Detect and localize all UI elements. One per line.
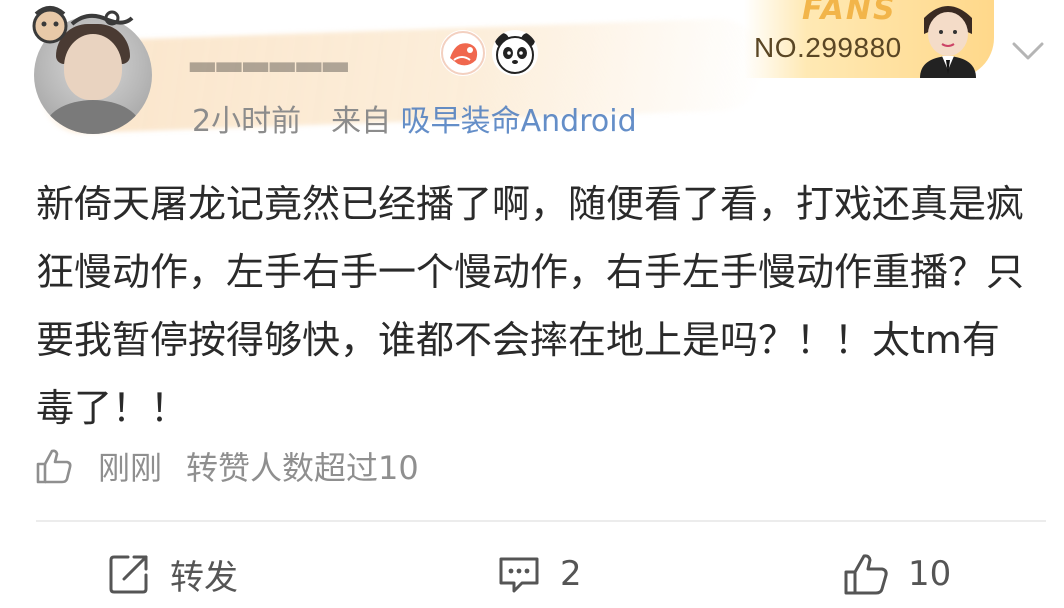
chevron-down-icon[interactable] [1008, 30, 1048, 70]
divider [36, 520, 1046, 522]
fish-badge-icon [440, 30, 486, 76]
fans-badge-number: NO.299880 [754, 32, 902, 63]
thumb-up-icon [36, 449, 72, 484]
repost-button[interactable]: 转发 [106, 540, 238, 608]
interaction-note: 刚刚 转赞人数超过10 [34, 440, 419, 492]
share-icon [109, 555, 148, 594]
post-time: 2小时前 [192, 104, 302, 139]
like-count: 10 [908, 554, 952, 594]
avatar-frame-icon [32, 6, 134, 44]
interaction-note-text: 转赞人数超过10 [186, 449, 419, 487]
post-source-prefix: 来自 [331, 104, 392, 139]
like-icon [844, 554, 888, 595]
fans-badge-person-icon [920, 6, 976, 78]
post-source-wrapper: 来自 吸早装命Android [331, 96, 637, 140]
post-source[interactable]: 吸早装命Android [401, 104, 637, 139]
repost-label: 转发 [170, 557, 238, 598]
post-meta: 2小时前 来自 吸早装命Android [192, 96, 637, 140]
interaction-note-time: 刚刚 [98, 449, 163, 487]
comment-icon [499, 557, 539, 593]
post-content: 新倚天屠龙记竟然已经播了啊，随便看了看，打戏还真是疯狂慢动作，左手右手一个慢动作… [36, 182, 1025, 430]
action-bar: 转发 2 10 [0, 540, 1064, 608]
fans-badge-title: FANS [802, 0, 897, 27]
like-button[interactable]: 10 [842, 540, 951, 608]
comment-count: 2 [560, 554, 582, 594]
fans-badge[interactable]: FANS NO.299880 [744, 0, 1004, 78]
comment-button[interactable]: 2 [496, 540, 582, 608]
avatar-body [44, 100, 142, 134]
panda-badge-icon [492, 30, 538, 76]
username[interactable]: ▂▂▂▂▂▂ [190, 34, 350, 74]
